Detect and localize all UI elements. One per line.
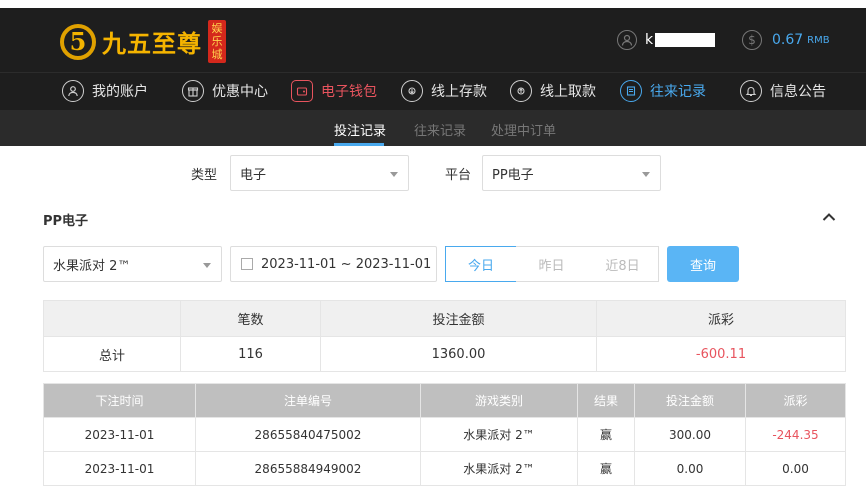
- nav-item-records[interactable]: 往来记录: [620, 80, 706, 102]
- summary-table: 笔数 投注金额 派彩 总计 116 1360.00 -600.11: [43, 300, 846, 372]
- nav-label: 优惠中心: [212, 84, 268, 100]
- detail-cell: 28655884949002: [195, 451, 421, 486]
- summary-header: 派彩: [596, 300, 846, 337]
- subtab-pending-orders[interactable]: 处理中订单: [491, 120, 556, 139]
- records-icon: [620, 80, 642, 102]
- date-range-input[interactable]: 2023-11-01 ~ 2023-11-01: [230, 246, 437, 282]
- user-icon: [62, 80, 84, 102]
- last-8-days-button[interactable]: 近8日: [587, 246, 659, 282]
- nav-item-announcements[interactable]: 信息公告: [740, 80, 826, 102]
- detail-cell: 28655840475002: [195, 417, 421, 452]
- nav-item-wallet[interactable]: 电子钱包: [291, 80, 377, 102]
- summary-header: [43, 300, 181, 337]
- summary-header: 投注金额: [320, 300, 597, 337]
- platform-label: 平台: [445, 168, 472, 183]
- brand-logo[interactable]: 5 九五至尊 娱乐城: [60, 20, 226, 63]
- sub-nav: 投注记录 往来记录 处理中订单: [0, 110, 866, 146]
- detail-header: 游戏类别: [420, 383, 578, 418]
- balance-value: 0.67: [772, 32, 804, 48]
- balance-currency: RMB: [807, 34, 830, 46]
- summary-cell: 116: [180, 336, 321, 372]
- nav-item-withdraw[interactable]: 线上取款: [510, 80, 596, 102]
- nav-label: 往来记录: [650, 84, 706, 100]
- table-row: 2023-11-01 28655840475002 水果派对 2™ 赢 300.…: [43, 417, 846, 452]
- yesterday-button[interactable]: 昨日: [516, 246, 588, 282]
- detail-header: 派彩: [745, 383, 846, 418]
- withdraw-icon: [510, 80, 532, 102]
- detail-cell: 300.00: [634, 417, 746, 452]
- top-bar: 5 九五至尊 娱乐城 k $ 0.67 RMB: [0, 0, 866, 72]
- nav-label: 线上存款: [431, 84, 487, 100]
- logo-subtext: 娱乐城: [208, 20, 226, 63]
- detail-cell: 2023-11-01: [43, 451, 196, 486]
- game-value: 水果派对 2™: [53, 258, 131, 274]
- chevron-down-icon: [642, 172, 650, 177]
- nav-label: 电子钱包: [321, 84, 377, 100]
- detail-header: 投注金额: [634, 383, 746, 418]
- nav-item-promotions[interactable]: 优惠中心: [182, 80, 268, 102]
- chevron-down-icon: [390, 172, 398, 177]
- nav-label: 线上取款: [540, 84, 596, 100]
- detail-cell: -244.35: [745, 417, 846, 452]
- summary-cell: 1360.00: [320, 336, 597, 372]
- table-row: 总计 116 1360.00 -600.11: [43, 336, 846, 372]
- logo-badge: 5: [60, 23, 96, 60]
- wallet-icon: [291, 80, 313, 102]
- detail-header: 结果: [577, 383, 635, 418]
- detail-cell: 0.00: [745, 451, 846, 486]
- type-label: 类型: [191, 168, 218, 183]
- game-select[interactable]: 水果派对 2™: [43, 246, 222, 282]
- bell-icon: [740, 80, 762, 102]
- detail-header: 下注时间: [43, 383, 196, 418]
- date-range-value: 2023-11-01 ~ 2023-11-01: [261, 256, 432, 272]
- platform-value: PP电子: [492, 167, 534, 183]
- section-title: PP电子: [43, 214, 89, 229]
- detail-cell: 水果派对 2™: [420, 451, 578, 486]
- dollar-icon: $: [742, 30, 762, 50]
- nav-label: 信息公告: [770, 84, 826, 100]
- platform-select[interactable]: PP电子: [482, 155, 661, 191]
- detail-table: 下注时间 注单编号 游戏类别 结果 投注金额 派彩 2023-11-01 286…: [43, 383, 846, 486]
- summary-cell: 总计: [43, 336, 181, 372]
- query-button[interactable]: 查询: [667, 246, 739, 282]
- detail-cell: 赢: [577, 417, 635, 452]
- today-button[interactable]: 今日: [445, 246, 517, 282]
- username-mask: [655, 33, 716, 47]
- user-icon: [617, 30, 637, 50]
- active-tab-indicator: [334, 143, 384, 146]
- nav-item-deposit[interactable]: 线上存款: [401, 80, 487, 102]
- deposit-icon: [401, 80, 423, 102]
- main-nav: 我的账户 优惠中心 电子钱包 线上存款 线上取款 往来记录 信息公告: [0, 72, 866, 110]
- nav-item-account[interactable]: 我的账户: [62, 80, 148, 102]
- calendar-icon: [241, 258, 253, 270]
- detail-cell: 0.00: [634, 451, 746, 486]
- user-info[interactable]: k: [617, 30, 716, 50]
- gift-icon: [182, 80, 204, 102]
- nav-label: 我的账户: [92, 84, 148, 100]
- balance-info: $ 0.67 RMB: [742, 30, 830, 50]
- summary-header: 笔数: [180, 300, 321, 337]
- logo-text: 九五至尊: [102, 29, 202, 58]
- subtab-transfer-records[interactable]: 往来记录: [414, 120, 466, 139]
- chevron-down-icon: [203, 263, 211, 268]
- detail-header: 注单编号: [195, 383, 421, 418]
- username: k: [645, 32, 716, 48]
- detail-cell: 2023-11-01: [43, 417, 196, 452]
- detail-cell: 水果派对 2™: [420, 417, 578, 452]
- type-select[interactable]: 电子: [230, 155, 409, 191]
- table-row: 2023-11-01 28655884949002 水果派对 2™ 赢 0.00…: [43, 451, 846, 486]
- type-value: 电子: [240, 167, 267, 183]
- detail-cell: 赢: [577, 451, 635, 486]
- summary-cell: -600.11: [596, 336, 846, 372]
- chevron-up-icon[interactable]: [822, 210, 836, 224]
- subtab-bet-records[interactable]: 投注记录: [334, 120, 386, 139]
